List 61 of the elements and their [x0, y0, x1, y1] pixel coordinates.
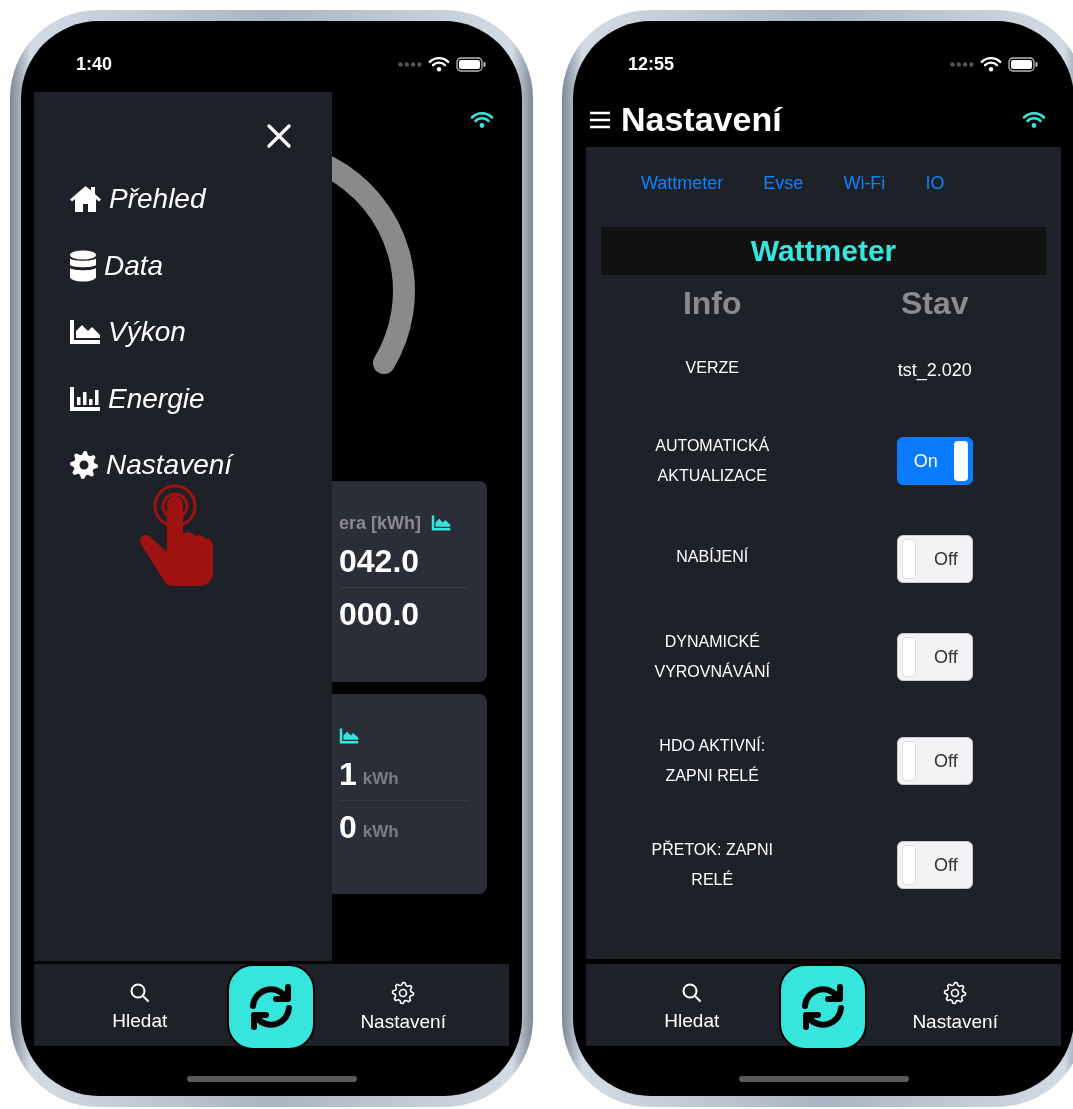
settings-tab[interactable]: Nastavení	[360, 981, 446, 1033]
setting-label: PŘETOK: ZAPNI RELÉ	[650, 839, 774, 890]
menu-item[interactable]: Výkon	[69, 299, 186, 366]
menu-item[interactable]: Přehled	[69, 166, 206, 233]
search-icon	[128, 982, 151, 1004]
refresh-button[interactable]	[227, 964, 316, 1050]
card-value: 1	[339, 755, 357, 793]
toggle-switch[interactable]: Off	[896, 633, 973, 681]
area-chart-icon	[339, 728, 359, 744]
search-tab[interactable]: Hledat	[664, 982, 720, 1032]
bar-chart-icon	[69, 385, 101, 412]
setting-label: HDO AKTIVNÍ: ZAPNI RELÉ	[658, 735, 767, 786]
menu-icon[interactable]	[589, 110, 611, 129]
signal-dots-icon	[398, 62, 422, 67]
menu-item[interactable]: Energie	[69, 365, 205, 432]
setting-label: AUTOMATICKÁ AKTUALIZACE	[654, 435, 771, 486]
status-time: 1:40	[76, 54, 113, 75]
area-chart-icon	[69, 319, 101, 346]
setting-label: NABÍJENÍ	[676, 546, 749, 567]
status-time: 12:55	[628, 54, 675, 75]
wifi-icon	[470, 110, 494, 129]
setting-label: DYNAMICKÉ VYROVNÁVÁNÍ	[653, 631, 772, 682]
tab[interactable]: Wattmeter	[641, 170, 724, 196]
card-unit: kWh	[362, 822, 399, 842]
setting-value: tst_2.020	[897, 359, 972, 383]
section-title: Wattmeter	[601, 227, 1046, 275]
signal-dots-icon	[950, 62, 974, 67]
area-chart-icon	[431, 515, 451, 531]
refresh-button[interactable]	[779, 964, 868, 1050]
home-icon	[69, 185, 102, 214]
card-title: era [kWh]	[339, 512, 421, 534]
database-icon	[69, 249, 97, 282]
close-icon[interactable]	[267, 124, 291, 148]
search-icon	[680, 982, 703, 1004]
card-value: 0	[339, 808, 357, 846]
tab[interactable]: Wi-Fi	[843, 170, 886, 196]
column-header: Stav	[900, 283, 969, 323]
wifi-icon	[1022, 110, 1046, 129]
tab[interactable]: Evse	[763, 170, 804, 196]
menu-item[interactable]: Data	[69, 232, 164, 299]
toggle-switch[interactable]: Off	[896, 737, 973, 785]
card-value: 042.0	[339, 542, 420, 580]
gear-icon	[69, 450, 99, 481]
column-header: Info	[682, 283, 742, 323]
wifi-icon	[980, 56, 1002, 73]
menu-item[interactable]: Nastavení	[69, 432, 233, 499]
search-tab[interactable]: Hledat	[112, 982, 168, 1032]
settings-tab[interactable]: Nastavení	[912, 981, 998, 1033]
battery-icon	[456, 57, 486, 72]
setting-label: VERZE	[685, 358, 739, 378]
toggle-switch[interactable]: On	[896, 437, 973, 485]
card-unit: kWh	[362, 769, 399, 789]
battery-icon	[1008, 57, 1038, 72]
toggle-switch[interactable]: Off	[896, 841, 973, 889]
settings-icon	[943, 981, 968, 1005]
toggle-switch[interactable]: Off	[896, 535, 973, 583]
card-value: 000.0	[339, 595, 420, 633]
tab[interactable]: IO	[925, 170, 945, 196]
wifi-icon	[428, 56, 450, 73]
settings-icon	[391, 981, 416, 1005]
page-title: Nastavení	[621, 100, 784, 139]
